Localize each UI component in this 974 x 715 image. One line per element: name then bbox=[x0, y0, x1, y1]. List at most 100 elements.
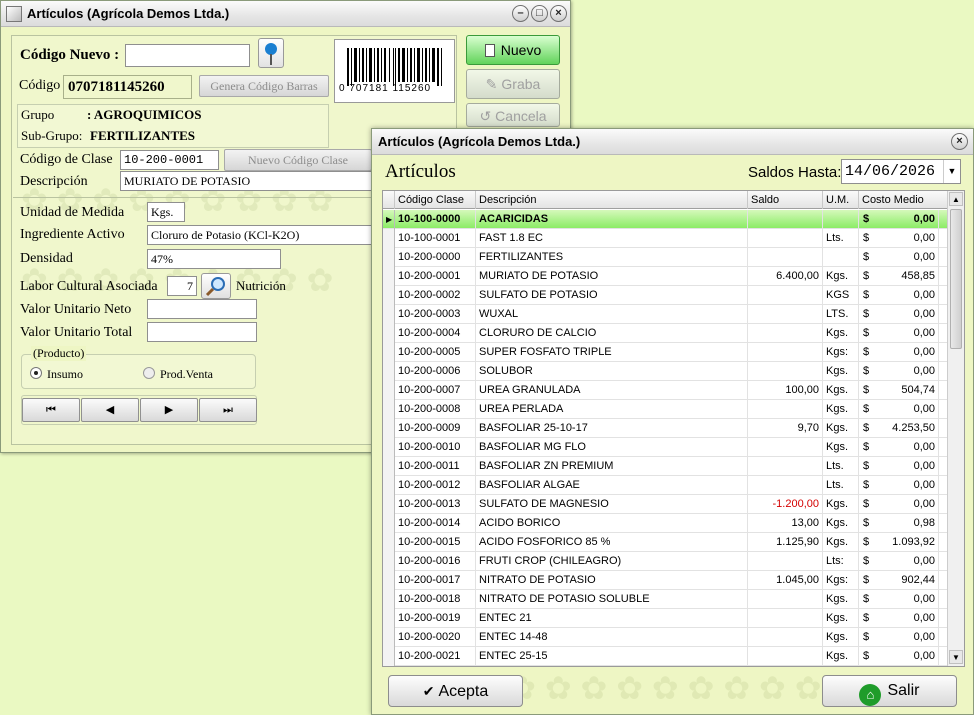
cell-codigo-clase: 10-100-0001 bbox=[395, 229, 476, 248]
table-row[interactable]: 10-200-0006 SOLUBOR Kgs. $0,00 bbox=[383, 362, 948, 381]
header-codigo-clase[interactable]: Código Clase bbox=[395, 191, 476, 209]
cancela-button[interactable]: ↺ Cancela bbox=[466, 103, 560, 127]
cell-saldo bbox=[748, 438, 823, 457]
cell-codigo-clase: 10-200-0004 bbox=[395, 324, 476, 343]
row-indicator bbox=[383, 457, 395, 476]
descripcion-input[interactable]: MURIATO DE POTASIO bbox=[120, 171, 372, 191]
header-costo-medio[interactable]: Costo Medio bbox=[859, 191, 948, 209]
saldos-date-picker[interactable]: 14/06/2026 ▼ bbox=[841, 159, 961, 184]
chevron-down-icon[interactable]: ▼ bbox=[943, 160, 960, 183]
row-indicator bbox=[383, 552, 395, 571]
table-row[interactable]: 10-200-0002 SULFATO DE POTASIO KGS $0,00 bbox=[383, 286, 948, 305]
table-row[interactable]: 10-200-0010 BASFOLIAR MG FLO Kgs. $0,00 bbox=[383, 438, 948, 457]
salir-button[interactable]: ⌂ Salir bbox=[822, 675, 957, 707]
pin-icon bbox=[265, 43, 277, 65]
table-row[interactable]: 10-200-0014 ACIDO BORICO 13,00 Kgs. $0,98 bbox=[383, 514, 948, 533]
header-descripcion[interactable]: Descripción bbox=[476, 191, 748, 209]
currency-symbol: $ bbox=[863, 213, 870, 225]
pin-button[interactable] bbox=[258, 38, 284, 68]
accept-icon: ✔ bbox=[422, 683, 435, 699]
currency-symbol: $ bbox=[863, 536, 870, 548]
valor-neto-input[interactable] bbox=[147, 299, 257, 319]
table-row[interactable]: 10-200-0020 ENTEC 14-48 Kgs. $0,00 bbox=[383, 628, 948, 647]
table-row[interactable]: ▶ 10-100-0000 ACARICIDAS $0,00 bbox=[383, 210, 948, 229]
table-row[interactable]: 10-200-0021 ENTEC 25-15 Kgs. $0,00 bbox=[383, 647, 948, 666]
prodventa-radio-label[interactable]: Prod.Venta bbox=[160, 367, 213, 382]
codigo-clase-input[interactable]: 10-200-0001 bbox=[120, 150, 219, 170]
last-record-button[interactable]: ⏭ bbox=[199, 398, 257, 422]
table-row[interactable]: 10-200-0016 FRUTI CROP (CHILEAGRO) Lts: $0,… bbox=[383, 552, 948, 571]
scroll-down-icon[interactable]: ▼ bbox=[949, 650, 963, 664]
table-row[interactable]: 10-200-0012 BASFOLIAR ALGAE Lts. $0,00 bbox=[383, 476, 948, 495]
window-titlebar[interactable]: Artículos (Agrícola Demos Ltda.) × bbox=[372, 129, 973, 155]
unidad-medida-input[interactable]: Kgs. bbox=[147, 202, 185, 222]
densidad-label: Densidad bbox=[20, 251, 73, 266]
prev-record-button[interactable]: ◀ bbox=[81, 398, 139, 422]
table-row[interactable]: 10-100-0001 FAST 1.8 EC Lts. $0,00 bbox=[383, 229, 948, 248]
labor-cultural-input[interactable]: 7 bbox=[167, 276, 197, 296]
cell-um: Lts: bbox=[823, 552, 859, 571]
insumo-radio[interactable] bbox=[30, 367, 42, 379]
insumo-radio-label[interactable]: Insumo bbox=[47, 367, 83, 382]
close-button[interactable]: × bbox=[951, 133, 968, 150]
nuevo-button-label: Nuevo bbox=[500, 42, 542, 58]
first-record-button[interactable]: ⏮ bbox=[22, 398, 80, 422]
scroll-thumb[interactable] bbox=[950, 209, 962, 349]
table-row[interactable]: 10-200-0013 SULFATO DE MAGNESIO -1.200,00 K… bbox=[383, 495, 948, 514]
barcode-image: 0 707181 115260 bbox=[334, 39, 455, 103]
window-title: Artículos (Agrícola Demos Ltda.) bbox=[378, 134, 581, 149]
next-record-button[interactable]: ▶ bbox=[140, 398, 198, 422]
maximize-button[interactable]: □ bbox=[531, 5, 548, 22]
subgrupo-label: Sub-Grupo: bbox=[21, 128, 83, 143]
nuevo-codigo-clase-button[interactable]: Nuevo Código Clase bbox=[224, 149, 372, 171]
cell-um: Kgs. bbox=[823, 362, 859, 381]
table-row[interactable]: 10-200-0007 UREA GRANULADA 100,00 Kgs. $504,… bbox=[383, 381, 948, 400]
row-indicator bbox=[383, 286, 395, 305]
table-row[interactable]: 10-200-0017 NITRATO DE POTASIO 1.045,00 Kgs… bbox=[383, 571, 948, 590]
costo-amount: 0,00 bbox=[913, 365, 935, 377]
articulos-grid: Código Clase Descripción Saldo U.M. Cost… bbox=[382, 190, 965, 667]
codigo-nuevo-input[interactable] bbox=[125, 44, 250, 67]
cell-costo-medio: $0,00 bbox=[859, 647, 939, 666]
table-row[interactable]: 10-200-0001 MURIATO DE POTASIO 6.400,00 Kgs… bbox=[383, 267, 948, 286]
ingrediente-activo-input[interactable]: Cloruro de Potasio (KCl-K2O) bbox=[147, 225, 372, 245]
genera-codigo-barras-button[interactable]: Genera Código Barras bbox=[199, 75, 329, 97]
scroll-up-icon[interactable]: ▲ bbox=[949, 192, 963, 206]
window-titlebar[interactable]: Artículos (Agrícola Demos Ltda.) – □ × bbox=[1, 1, 570, 27]
minimize-button[interactable]: – bbox=[512, 5, 529, 22]
cell-descripcion: ENTEC 25-15 bbox=[476, 647, 748, 666]
cell-saldo bbox=[748, 590, 823, 609]
header-saldo[interactable]: Saldo bbox=[748, 191, 823, 209]
table-row[interactable]: 10-200-0009 BASFOLIAR 25-10-17 9,70 Kgs. $4.… bbox=[383, 419, 948, 438]
acepta-button[interactable]: ✔ Acepta bbox=[388, 675, 523, 707]
table-row[interactable]: 10-200-0018 NITRATO DE POTASIO SOLUBLE Kgs… bbox=[383, 590, 948, 609]
costo-amount: 0,00 bbox=[913, 612, 935, 624]
vertical-scrollbar[interactable]: ▲ ▼ bbox=[947, 191, 964, 666]
labor-search-button[interactable] bbox=[201, 273, 231, 299]
close-button[interactable]: × bbox=[550, 5, 567, 22]
valor-total-input[interactable] bbox=[147, 322, 257, 342]
table-row[interactable]: 10-200-0003 WUXAL LTS. $0,00 bbox=[383, 305, 948, 324]
densidad-input[interactable]: 47% bbox=[147, 249, 281, 269]
cell-um: Kgs. bbox=[823, 590, 859, 609]
table-row[interactable]: 10-200-0004 CLORURO DE CALCIO Kgs. $0,00 bbox=[383, 324, 948, 343]
nuevo-button[interactable]: Nuevo bbox=[466, 35, 560, 65]
table-row[interactable]: 10-200-0008 UREA PERLADA Kgs. $0,00 bbox=[383, 400, 948, 419]
cell-codigo-clase: 10-200-0016 bbox=[395, 552, 476, 571]
cell-costo-medio: $0,00 bbox=[859, 286, 939, 305]
cell-descripcion: BASFOLIAR MG FLO bbox=[476, 438, 748, 457]
table-row[interactable]: 10-200-0015 ACIDO FOSFORICO 85 % 1.125,90 K… bbox=[383, 533, 948, 552]
table-row[interactable]: 10-200-0000 FERTILIZANTES $0,00 bbox=[383, 248, 948, 267]
table-row[interactable]: 10-200-0011 BASFOLIAR ZN PREMIUM Lts. $0,00 bbox=[383, 457, 948, 476]
table-row[interactable]: 10-200-0019 ENTEC 21 Kgs. $0,00 bbox=[383, 609, 948, 628]
prodventa-radio[interactable] bbox=[143, 367, 155, 379]
header-um[interactable]: U.M. bbox=[823, 191, 859, 209]
cell-codigo-clase: 10-200-0018 bbox=[395, 590, 476, 609]
cell-codigo-clase: 10-200-0021 bbox=[395, 647, 476, 666]
table-row[interactable]: 10-200-0005 SUPER FOSFATO TRIPLE Kgs: $0,00 bbox=[383, 343, 948, 362]
cell-descripcion: ACIDO BORICO bbox=[476, 514, 748, 533]
graba-button[interactable]: ✎ Graba bbox=[466, 69, 560, 99]
cell-descripcion: BASFOLIAR ZN PREMIUM bbox=[476, 457, 748, 476]
costo-amount: 0,00 bbox=[913, 498, 935, 510]
currency-symbol: $ bbox=[863, 308, 870, 320]
